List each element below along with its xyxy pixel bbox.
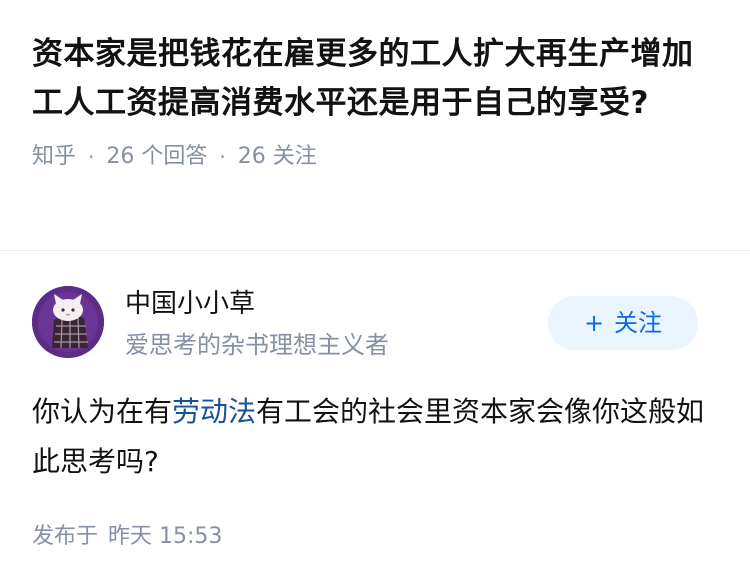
plus-icon: + xyxy=(583,309,605,337)
publish-timestamp: 昨天 15:53 xyxy=(108,524,223,549)
meta-separator-dot: · xyxy=(88,145,95,169)
follow-button[interactable]: + 关注 xyxy=(548,296,698,350)
follower-count[interactable]: 26 关注 xyxy=(238,142,317,172)
question-header: 资本家是把钱花在雇更多的工人扩大再生产增加工人工资提高消费水平还是用于自己的享受… xyxy=(32,30,722,172)
author-bio: 爱思考的杂书理想主义者 xyxy=(125,331,389,359)
question-meta: 知乎 · 26 个回答 · 26 关注 xyxy=(32,142,722,172)
answer-count[interactable]: 26 个回答 xyxy=(106,142,207,172)
publish-label: 发布于 xyxy=(32,524,99,549)
section-divider xyxy=(0,250,750,251)
publish-time: 发布于 昨天 15:53 xyxy=(32,520,222,554)
cat-avatar-icon[interactable] xyxy=(32,286,104,358)
follow-button-label: 关注 xyxy=(614,309,663,337)
answer-content: 你认为在有劳动法有工会的社会里资本家会像你这般如此思考吗? xyxy=(32,387,722,487)
source-label[interactable]: 知乎 xyxy=(32,142,76,172)
question-title[interactable]: 资本家是把钱花在雇更多的工人扩大再生产增加工人工资提高消费水平还是用于自己的享受… xyxy=(32,30,722,128)
author-name[interactable]: 中国小小草 xyxy=(125,286,255,322)
labor-law-link[interactable]: 劳动法 xyxy=(172,395,256,428)
meta-separator-dot: · xyxy=(219,145,226,169)
answer-text-before: 你认为在有 xyxy=(32,395,173,428)
author-card: 中国小小草 爱思考的杂书理想主义者 + 关注 xyxy=(32,284,722,364)
